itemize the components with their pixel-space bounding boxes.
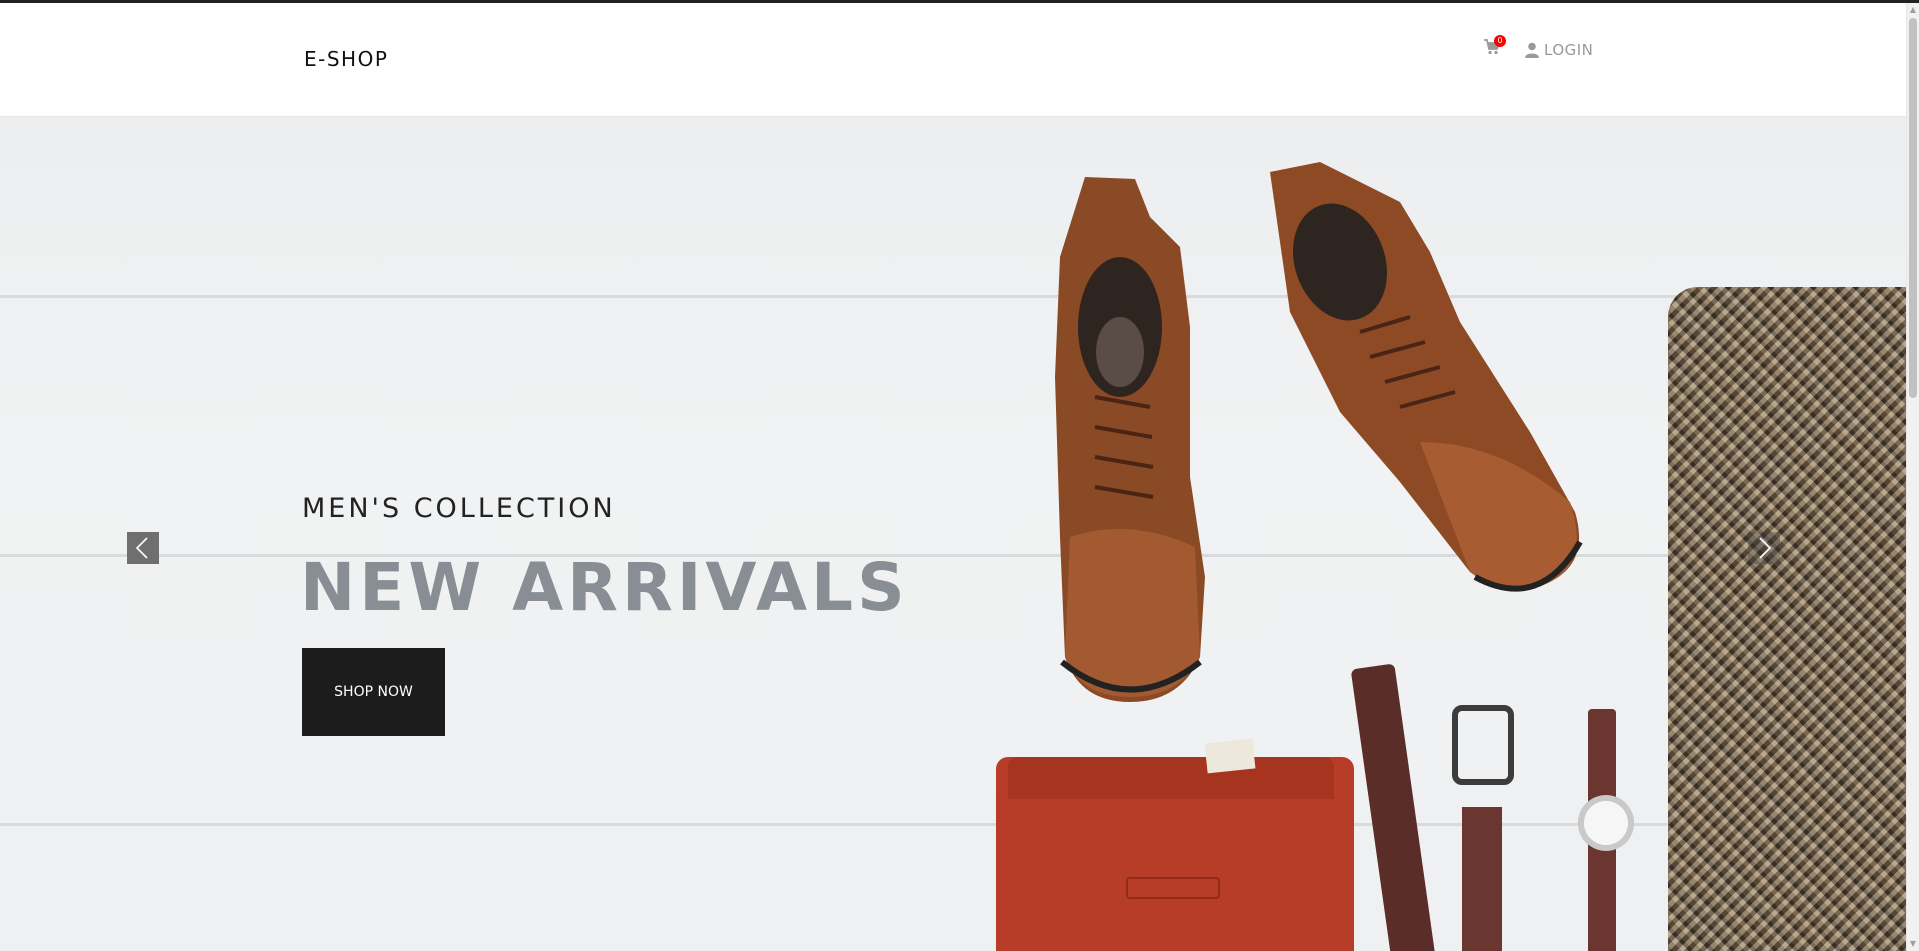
vertical-scrollbar[interactable]: ▲ ▼ [1906,3,1919,951]
cart-button[interactable]: 0 [1483,35,1506,59]
sweater-texture [1668,287,1906,951]
site-header: E-SHOP 0 LOGIN [0,3,1906,117]
watch-face-image [1578,795,1634,851]
belt-strap-image [1462,807,1502,951]
cart-count-badge: 0 [1494,35,1506,47]
floor-plank-line [0,554,1906,557]
hero-title: NEW ARRIVALS [300,549,909,626]
left-boot-image [1055,177,1205,702]
scroll-down-arrow-icon[interactable]: ▼ [1907,937,1919,951]
belt-buckle-image [1452,705,1514,785]
login-label: LOGIN [1544,41,1594,59]
shop-now-button[interactable]: SHOP NOW [302,648,445,736]
hero-subtitle: MEN'S COLLECTION [302,493,616,524]
slider-prev-button[interactable] [127,532,159,564]
pants-tag [1204,738,1256,774]
login-link[interactable]: LOGIN [1525,41,1593,59]
chevron-left-icon [135,537,148,559]
scroll-up-arrow-icon[interactable]: ▲ [1907,3,1919,17]
chevron-right-icon [1759,537,1772,559]
page-viewport: E-SHOP 0 LOGIN MEN'S COLLECTION NEW ARRI… [0,3,1906,951]
floor-plank-line [0,295,1906,298]
slider-next-button[interactable] [1748,532,1780,564]
belt-image [1350,663,1438,951]
user-icon [1525,42,1539,58]
scrollbar-thumb[interactable] [1909,18,1917,398]
right-boot-image [1270,162,1583,592]
brand-logo[interactable]: E-SHOP [304,47,388,71]
hero-slider: MEN'S COLLECTION NEW ARRIVALS SHOP NOW [0,117,1906,951]
red-pants-image [996,738,1354,951]
